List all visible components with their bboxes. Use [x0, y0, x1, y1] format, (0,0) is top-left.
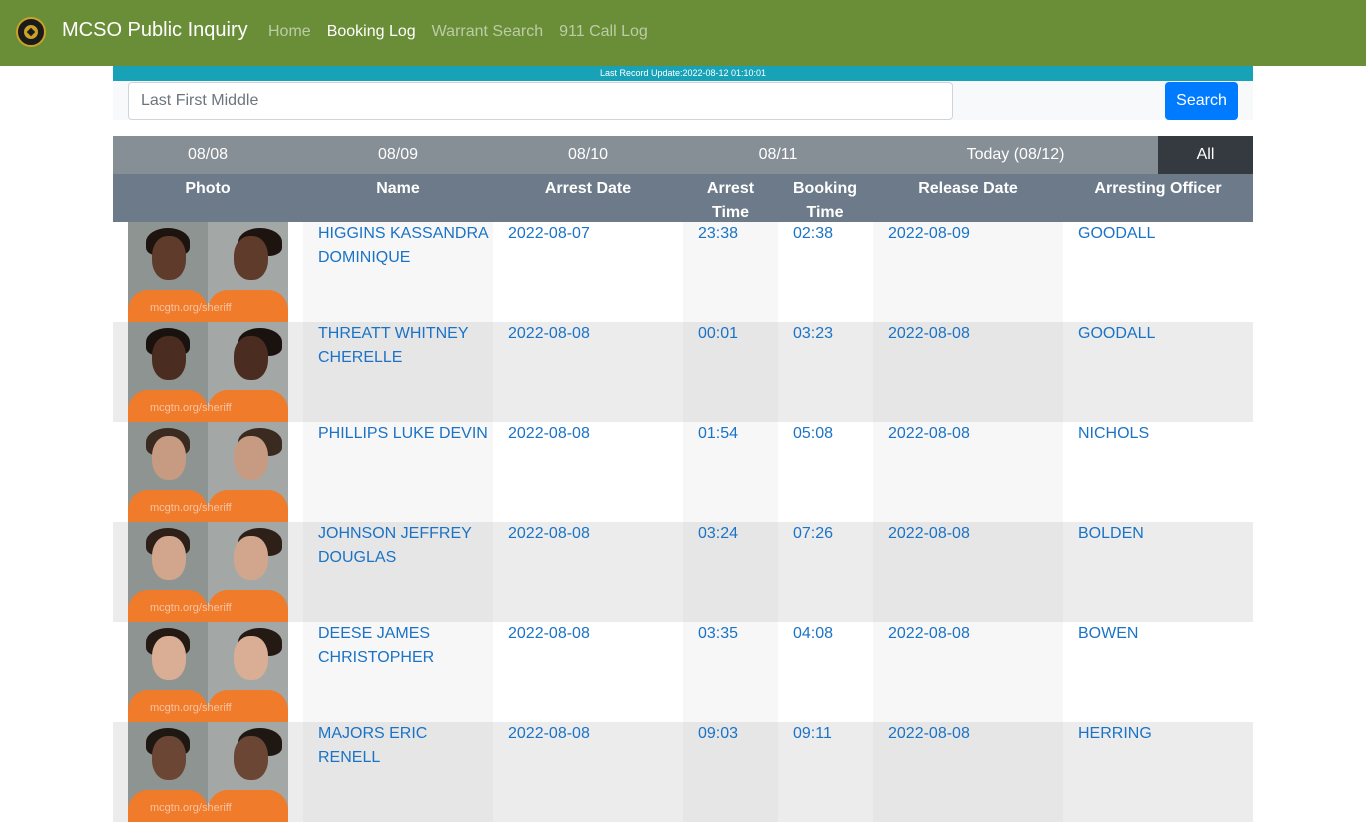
cell-release-date[interactable]: 2022-08-08: [888, 322, 1063, 346]
mugshot-profile: mcgtn.org/sheriff: [208, 322, 288, 422]
last-update-banner: Last Record Update:2022-08-12 01:10:01: [113, 66, 1253, 81]
nav-warrant-search-link[interactable]: Warrant Search: [432, 23, 543, 41]
mugshot-photo[interactable]: mcgtn.org/sheriffmcgtn.org/sheriff: [128, 222, 288, 322]
header-release-date: Release Date: [918, 180, 1018, 197]
table-row: mcgtn.org/sheriffmcgtn.org/sheriff THREAT…: [113, 322, 1253, 422]
mugshot-photo[interactable]: mcgtn.org/sheriffmcgtn.org/sheriff: [128, 422, 288, 522]
cell-officer[interactable]: NICHOLS: [1078, 422, 1253, 446]
mugshot-profile: mcgtn.org/sheriff: [208, 222, 288, 322]
cell-booking-time[interactable]: 02:38: [793, 222, 873, 246]
cell-arrest-date[interactable]: 2022-08-08: [508, 422, 688, 446]
cell-officer[interactable]: BOWEN: [1078, 622, 1253, 646]
mugshot-photo[interactable]: mcgtn.org/sheriffmcgtn.org/sheriff: [128, 522, 288, 622]
cell-arrest-date[interactable]: 2022-08-08: [508, 622, 688, 646]
cell-arrest-time[interactable]: 03:35: [698, 622, 778, 646]
watermark-text: mcgtn.org/sheriff: [150, 302, 208, 314]
watermark-text: mcgtn.org/sheriff: [208, 302, 232, 314]
tab-08-09[interactable]: 08/09: [303, 136, 493, 174]
cell-booking-time[interactable]: 09:11: [793, 722, 873, 746]
sheriff-badge-icon[interactable]: [16, 17, 46, 47]
cell-name[interactable]: THREATT WHITNEY CHERELLE: [318, 322, 493, 370]
cell-arrest-date[interactable]: 2022-08-08: [508, 322, 688, 346]
cell-arrest-time[interactable]: 09:03: [698, 722, 778, 746]
mugshot-front: mcgtn.org/sheriff: [128, 722, 208, 822]
cell-release-date[interactable]: 2022-08-08: [888, 722, 1063, 746]
tab-today[interactable]: Today (08/12): [873, 136, 1158, 174]
header-arrest-time: Arrest Time: [706, 180, 755, 221]
cell-release-date[interactable]: 2022-08-08: [888, 622, 1063, 646]
cell-booking-time[interactable]: 07:26: [793, 522, 873, 546]
watermark-text: mcgtn.org/sheriff: [208, 802, 232, 814]
search-button[interactable]: Search: [1165, 82, 1238, 120]
cell-booking-time[interactable]: 04:08: [793, 622, 873, 646]
cell-arrest-date[interactable]: 2022-08-08: [508, 522, 688, 546]
nav-links: Home Booking Log Warrant Search 911 Call…: [268, 23, 648, 41]
cell-officer[interactable]: GOODALL: [1078, 322, 1253, 346]
cell-arrest-time[interactable]: 03:24: [698, 522, 778, 546]
mugshot-photo[interactable]: mcgtn.org/sheriffmcgtn.org/sheriff: [128, 622, 288, 722]
tab-08-08[interactable]: 08/08: [113, 136, 303, 174]
header-photo: Photo: [185, 180, 231, 197]
search-row: Search: [113, 81, 1253, 120]
cell-officer[interactable]: BOLDEN: [1078, 522, 1253, 546]
nav-home-link[interactable]: Home: [268, 23, 311, 41]
mugshot-front: mcgtn.org/sheriff: [128, 322, 208, 422]
cell-arrest-time[interactable]: 00:01: [698, 322, 778, 346]
table-header: Photo Name Arrest Date Arrest Time Booki…: [113, 174, 1253, 222]
cell-name[interactable]: JOHNSON JEFFREY DOUGLAS: [318, 522, 493, 570]
mugshot-profile: mcgtn.org/sheriff: [208, 722, 288, 822]
mugshot-front: mcgtn.org/sheriff: [128, 222, 208, 322]
mugshot-profile: mcgtn.org/sheriff: [208, 422, 288, 522]
brand-title[interactable]: MCSO Public Inquiry: [62, 19, 248, 42]
search-input[interactable]: [128, 82, 953, 120]
cell-name[interactable]: PHILLIPS LUKE DEVIN: [318, 422, 493, 446]
watermark-text: mcgtn.org/sheriff: [208, 602, 232, 614]
mugshot-front: mcgtn.org/sheriff: [128, 422, 208, 522]
mugshot-front: mcgtn.org/sheriff: [128, 522, 208, 622]
top-navbar: MCSO Public Inquiry Home Booking Log War…: [0, 0, 1366, 66]
table-row: mcgtn.org/sheriffmcgtn.org/sheriff JOHNSO…: [113, 522, 1253, 622]
nav-911-call-log-link[interactable]: 911 Call Log: [559, 23, 648, 41]
cell-name[interactable]: DEESE JAMES CHRISTOPHER: [318, 622, 493, 670]
cell-name[interactable]: HIGGINS KASSANDRA DOMINIQUE: [318, 222, 493, 270]
watermark-text: mcgtn.org/sheriff: [208, 702, 232, 714]
cell-arrest-time[interactable]: 23:38: [698, 222, 778, 246]
watermark-text: mcgtn.org/sheriff: [150, 802, 208, 814]
cell-booking-time[interactable]: 03:23: [793, 322, 873, 346]
table-row: mcgtn.org/sheriffmcgtn.org/sheriff PHILLI…: [113, 422, 1253, 522]
mugshot-photo[interactable]: mcgtn.org/sheriffmcgtn.org/sheriff: [128, 322, 288, 422]
tab-08-11[interactable]: 08/11: [683, 136, 873, 174]
tab-all[interactable]: All: [1158, 136, 1253, 174]
watermark-text: mcgtn.org/sheriff: [150, 702, 208, 714]
cell-arrest-time[interactable]: 01:54: [698, 422, 778, 446]
cell-release-date[interactable]: 2022-08-08: [888, 522, 1063, 546]
header-arrest-date: Arrest Date: [544, 180, 632, 197]
watermark-text: mcgtn.org/sheriff: [150, 602, 208, 614]
header-booking-time: Booking Time: [793, 180, 857, 221]
header-name: Name: [376, 180, 420, 197]
tab-08-10[interactable]: 08/10: [493, 136, 683, 174]
watermark-text: mcgtn.org/sheriff: [208, 402, 232, 414]
cell-release-date[interactable]: 2022-08-09: [888, 222, 1063, 246]
cell-booking-time[interactable]: 05:08: [793, 422, 873, 446]
table-row: mcgtn.org/sheriffmcgtn.org/sheriff MAJORS…: [113, 722, 1253, 822]
cell-name[interactable]: MAJORS ERIC RENELL: [318, 722, 493, 770]
watermark-text: mcgtn.org/sheriff: [150, 502, 208, 514]
mugshot-profile: mcgtn.org/sheriff: [208, 522, 288, 622]
cell-officer[interactable]: GOODALL: [1078, 222, 1253, 246]
mugshot-profile: mcgtn.org/sheriff: [208, 622, 288, 722]
mugshot-front: mcgtn.org/sheriff: [128, 622, 208, 722]
mugshot-photo[interactable]: mcgtn.org/sheriffmcgtn.org/sheriff: [128, 722, 288, 822]
cell-arrest-date[interactable]: 2022-08-07: [508, 222, 688, 246]
watermark-text: mcgtn.org/sheriff: [150, 402, 208, 414]
table-row: mcgtn.org/sheriffmcgtn.org/sheriff DEESE …: [113, 622, 1253, 722]
cell-officer[interactable]: HERRING: [1078, 722, 1253, 746]
date-tabs: 08/08 08/09 08/10 08/11 Today (08/12) Al…: [113, 136, 1253, 174]
watermark-text: mcgtn.org/sheriff: [208, 502, 232, 514]
cell-release-date[interactable]: 2022-08-08: [888, 422, 1063, 446]
table-row: mcgtn.org/sheriffmcgtn.org/sheriff HIGGIN…: [113, 222, 1253, 322]
nav-booking-log-link[interactable]: Booking Log: [327, 23, 416, 41]
header-arresting-officer: Arresting Officer: [1094, 180, 1222, 197]
cell-arrest-date[interactable]: 2022-08-08: [508, 722, 688, 746]
